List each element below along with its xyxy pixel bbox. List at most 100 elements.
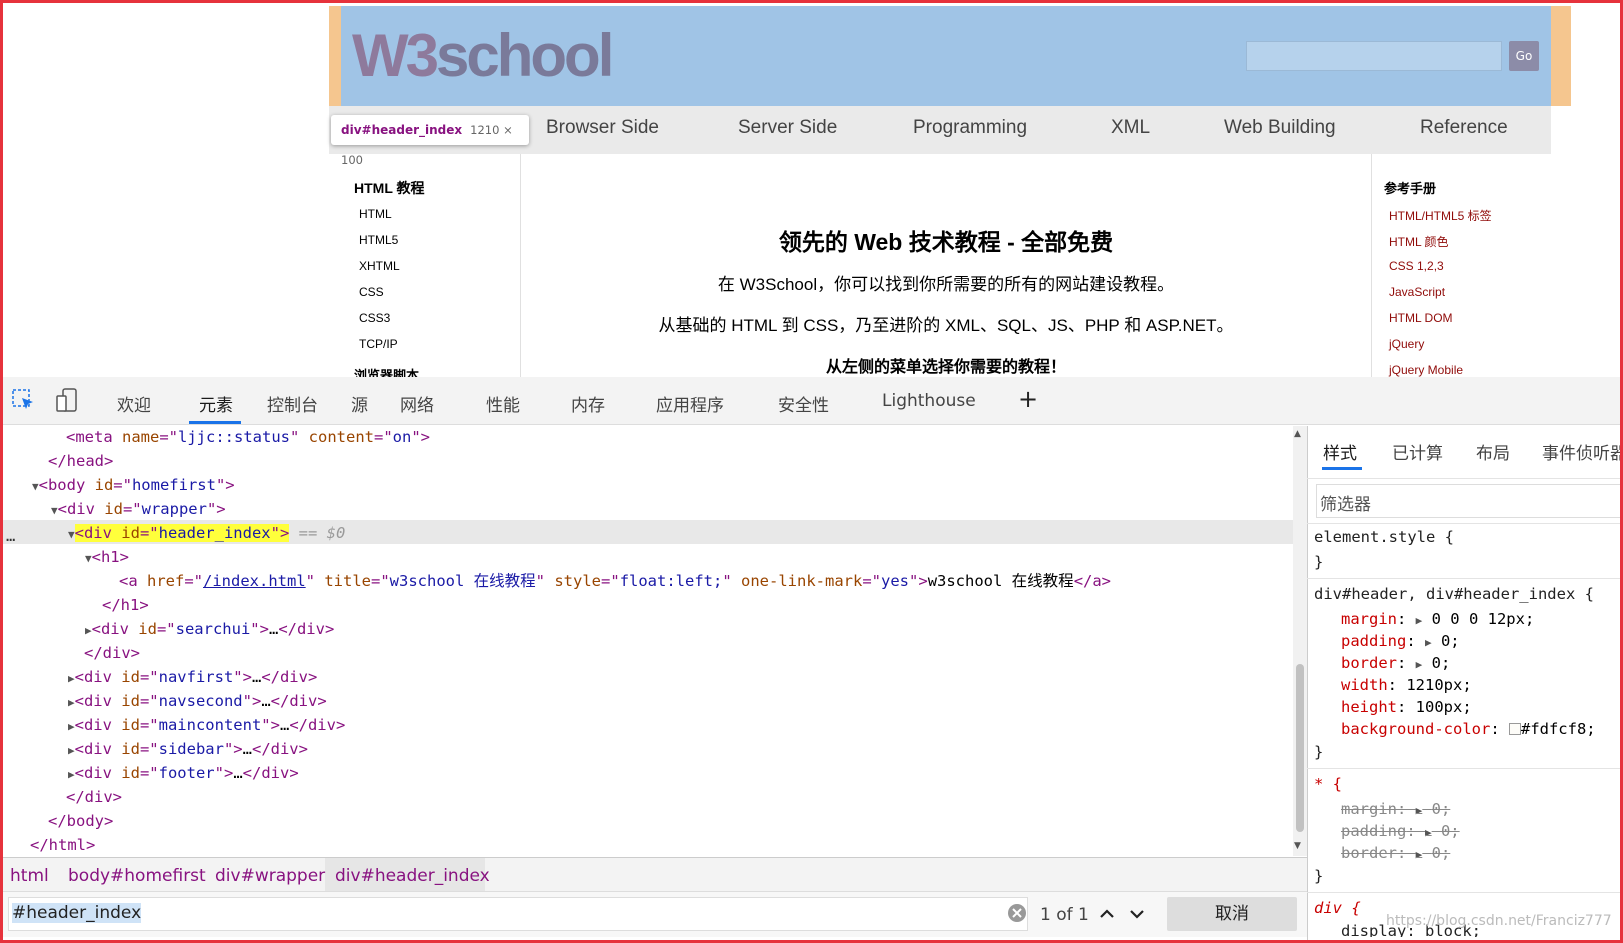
node-wrapper[interactable]: ▼<div id="wrapper"> [51, 499, 226, 521]
left-link-xhtml[interactable]: XHTML [359, 259, 400, 273]
node-header-index[interactable]: ▼<div id="header_index"> == $0 [68, 523, 345, 545]
tab-styles[interactable]: 样式 [1323, 439, 1357, 464]
nav-web-building[interactable]: Web Building [1224, 117, 1336, 139]
watermark: https://blog.csdn.net/Franciz777 [1386, 913, 1612, 929]
main-line-1: 在 W3School，你可以找到你所需要的所有的网站建设教程。 [717, 275, 1175, 294]
scroll-down-icon[interactable]: ▼ [1294, 841, 1301, 851]
right-link-htmldom[interactable]: HTML DOM [1389, 311, 1453, 325]
node-maincontent[interactable]: ▶<div id="maincontent">…</div> [68, 715, 345, 737]
rule-element-style[interactable]: element.style { [1314, 527, 1454, 547]
next-match-icon[interactable] [1126, 903, 1148, 925]
crumb-html[interactable]: html [10, 866, 49, 886]
left-menu-title: HTML 教程 [354, 180, 425, 196]
right-link-jquery-mobile[interactable]: jQuery Mobile [1389, 363, 1463, 377]
rule-close: } [1314, 867, 1324, 885]
inspect-element-icon[interactable] [12, 389, 36, 411]
tab-elements[interactable]: 元素 [199, 391, 233, 416]
nav-reference[interactable]: Reference [1420, 117, 1508, 139]
crumb-body[interactable]: body#homefirst [68, 866, 206, 886]
tab-console[interactable]: 控制台 [267, 391, 318, 416]
tab-security[interactable]: 安全性 [778, 391, 829, 416]
nav-xml[interactable]: XML [1111, 117, 1150, 139]
tab-memory[interactable]: 内存 [571, 391, 605, 416]
tab-layout[interactable]: 布局 [1476, 439, 1510, 464]
prop-padding[interactable]: padding: ▶ 0; [1341, 631, 1460, 653]
clear-search-icon[interactable] [1007, 903, 1027, 923]
prop-margin[interactable]: margin: ▶ 0 0 0 12px; [1341, 609, 1534, 631]
right-link-css[interactable]: CSS 1,2,3 [1389, 259, 1444, 273]
element-inspect-tooltip: div#header_index 1210 × 100 [331, 115, 529, 167]
node-navsecond[interactable]: ▶<div id="navsecond">…</div> [68, 691, 327, 713]
tab-application[interactable]: 应用程序 [656, 391, 724, 416]
go-button[interactable]: Go [1509, 41, 1539, 71]
divider [1307, 768, 1620, 769]
cancel-button[interactable]: 取消 [1167, 897, 1297, 931]
right-link-colors[interactable]: HTML 颜色 [1389, 233, 1449, 250]
node-navfirst[interactable]: ▶<div id="navfirst">…</div> [68, 667, 317, 689]
prop-border-overridden[interactable]: border: ▶ 0; [1341, 843, 1450, 865]
right-link-tags[interactable]: HTML/HTML5 标签 [1389, 207, 1492, 224]
tab-network[interactable]: 网络 [400, 391, 434, 416]
node-body-close[interactable]: </body> [48, 811, 113, 831]
nav-server-side[interactable]: Server Side [738, 117, 837, 139]
left-link-tcpip[interactable]: TCP/IP [359, 337, 398, 351]
crumb-header-index[interactable]: div#header_index [335, 866, 490, 886]
selected-marker: == $0 [298, 524, 346, 542]
tab-computed[interactable]: 已计算 [1392, 439, 1443, 464]
prop-padding-overridden[interactable]: padding: ▶ 0; [1341, 821, 1460, 843]
rule-header-selector[interactable]: div#header, div#header_index { [1314, 584, 1594, 604]
match-count: 1 of 1 [1040, 905, 1089, 925]
node-meta[interactable]: <meta name="ljjc::status" content="on"> [66, 427, 430, 447]
divider [1307, 523, 1620, 524]
prop-margin-overridden[interactable]: margin: ▶ 0; [1341, 799, 1450, 821]
left-link-css3[interactable]: CSS3 [359, 311, 390, 325]
main-line-3: 从左侧的菜单选择你需要的教程！ [825, 359, 1066, 376]
rule-universal-selector[interactable]: * { [1314, 774, 1342, 794]
tab-event-listeners[interactable]: 事件侦听器 [1542, 439, 1620, 464]
main-line-2: 从基础的 HTML 到 CSS，乃至进阶的 XML、SQL、JS、PHP 和 A… [658, 316, 1234, 335]
tab-sources[interactable]: 源 [351, 391, 368, 416]
main-headline: 领先的 Web 技术教程 - 全部免费 [778, 229, 1114, 255]
left-link-html[interactable]: HTML [359, 207, 392, 221]
add-tab-icon[interactable]: + [1018, 385, 1038, 413]
scroll-up-icon[interactable]: ▲ [1294, 429, 1301, 439]
node-head-close[interactable]: </head> [48, 451, 113, 471]
right-link-jquery[interactable]: jQuery [1389, 337, 1424, 351]
node-h1-close[interactable]: </h1> [102, 595, 149, 615]
node-wrapper-close[interactable]: </div> [66, 787, 122, 807]
node-actions-icon[interactable]: … [6, 526, 15, 546]
tab-performance[interactable]: 性能 [486, 391, 520, 416]
node-body[interactable]: ▼<body id="homefirst"> [32, 475, 235, 497]
prop-height[interactable]: height: 100px; [1341, 697, 1472, 717]
left-link-css[interactable]: CSS [359, 285, 384, 299]
rule-close: } [1314, 553, 1324, 571]
node-html-close[interactable]: </html> [30, 835, 95, 855]
divider [1307, 478, 1620, 479]
prop-width[interactable]: width: 1210px; [1341, 675, 1472, 695]
node-footer[interactable]: ▶<div id="footer">…</div> [68, 763, 299, 785]
site-search-input[interactable] [1246, 41, 1502, 71]
active-tab-indicator [189, 421, 241, 424]
right-menu-title: 参考手册 [1384, 181, 1437, 196]
previous-match-icon[interactable] [1096, 903, 1118, 925]
node-link[interactable]: <a href="/index.html" title="w3school 在线… [119, 571, 1111, 591]
w3school-logo[interactable]: W3school [352, 20, 614, 92]
search-input[interactable] [8, 897, 1028, 931]
color-swatch[interactable] [1508, 723, 1521, 735]
crumb-wrapper[interactable]: div#wrapper [215, 866, 325, 886]
prop-border[interactable]: border: ▶ 0; [1341, 653, 1450, 675]
node-header-close[interactable]: </div> [84, 643, 140, 663]
nav-programming[interactable]: Programming [913, 117, 1027, 139]
right-link-javascript[interactable]: JavaScript [1389, 285, 1445, 299]
prop-background-color[interactable]: background-color: #fdfcf8; [1341, 719, 1596, 739]
left-link-html5[interactable]: HTML5 [359, 233, 398, 247]
node-h1[interactable]: ▼<h1> [85, 547, 129, 569]
tree-scrollbar-thumb[interactable] [1296, 664, 1304, 832]
device-toolbar-icon[interactable] [56, 388, 80, 412]
tab-welcome[interactable]: 欢迎 [117, 391, 151, 416]
nav-browser-side[interactable]: Browser Side [546, 117, 659, 139]
rule-div-selector[interactable]: div { [1314, 898, 1361, 918]
node-sidebar[interactable]: ▶<div id="sidebar">…</div> [68, 739, 308, 761]
tab-lighthouse[interactable]: Lighthouse [882, 391, 976, 411]
node-searchui[interactable]: ▶<div id="searchui">…</div> [85, 619, 334, 641]
